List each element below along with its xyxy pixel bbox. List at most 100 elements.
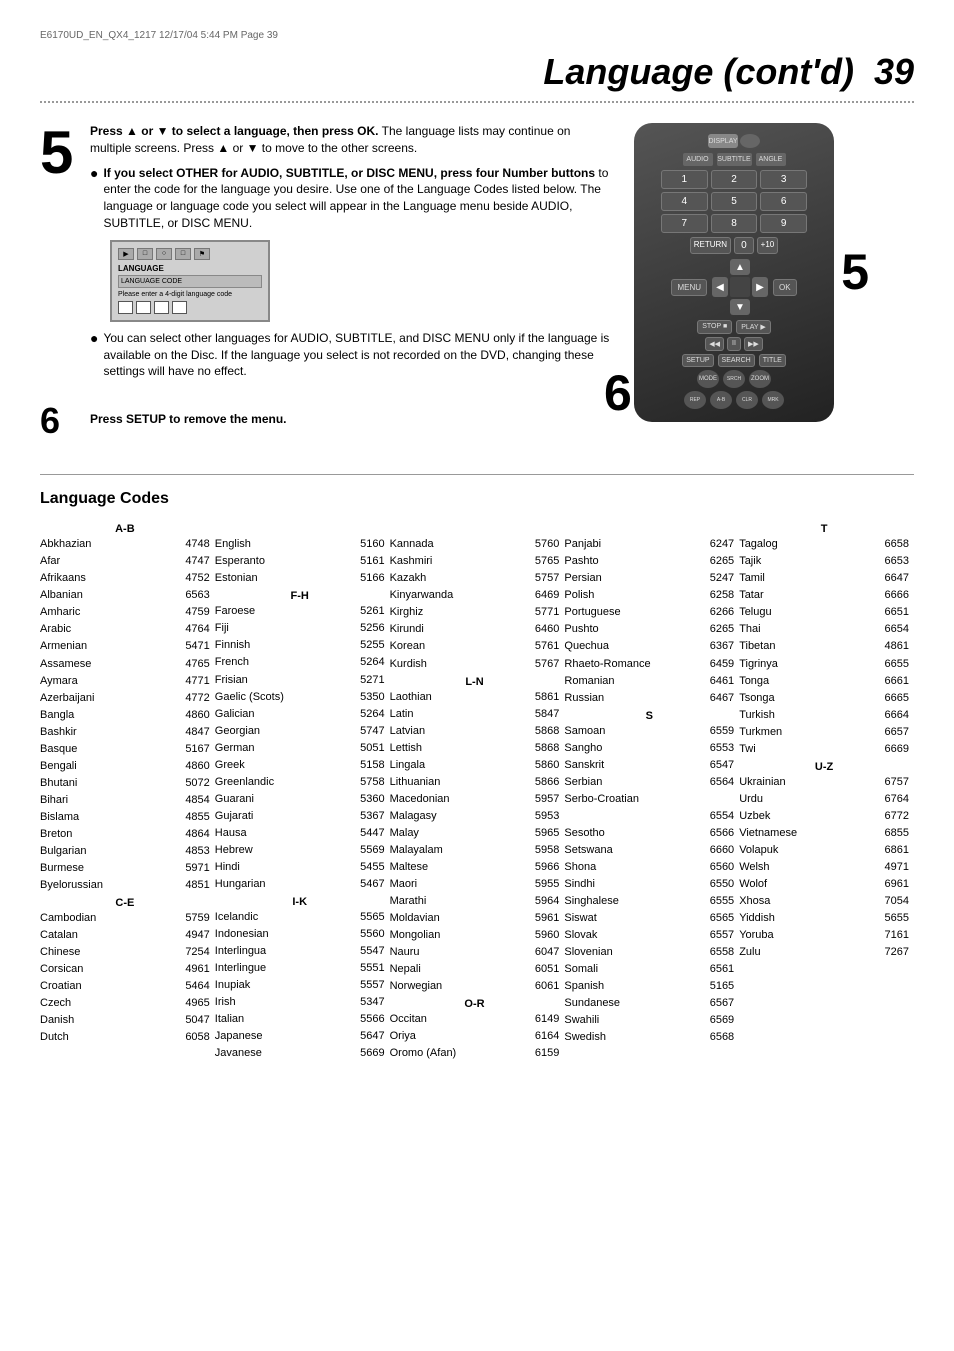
setup-btn[interactable]: SETUP [682, 354, 713, 367]
btn-4[interactable]: 4 [661, 192, 708, 211]
repeat-ab-btn[interactable]: A-B [710, 391, 732, 409]
left-column: 5 Press ▲ or ▼ to select a language, the… [40, 123, 614, 454]
mode-btn[interactable]: MODE [697, 370, 719, 388]
lang-code: 4947 [185, 927, 209, 944]
file-info: E6170UD_EN_QX4_1217 12/17/04 5:44 PM Pag… [40, 30, 914, 41]
prev-btn[interactable]: ◀◀ [705, 337, 724, 351]
nav-up[interactable]: ▲ [730, 259, 750, 275]
lang-name: Maori [390, 876, 418, 893]
lang-code: 5165 [710, 978, 734, 995]
btn-1[interactable]: 1 [661, 170, 708, 189]
nav-right[interactable]: ▶ [752, 277, 768, 297]
title-btn[interactable]: TITLE [759, 354, 786, 367]
audio-btn[interactable]: AUDIO [683, 153, 713, 166]
lang-name: Kurdish [390, 656, 427, 673]
btn-8[interactable]: 8 [711, 214, 758, 233]
list-item: Bashkir4847 [40, 724, 210, 741]
btn-3[interactable]: 3 [760, 170, 807, 189]
lang-code: 6654 [885, 621, 909, 638]
list-item: Frisian5271 [215, 672, 385, 689]
btn-9[interactable]: 9 [760, 214, 807, 233]
list-item: Greenlandic 5758 [215, 774, 385, 791]
lang-name: Occitan [390, 1011, 427, 1028]
list-item: Lithuanian5866 [390, 774, 560, 791]
pause-btn[interactable]: II [727, 337, 741, 351]
list-item: Shona6560 [564, 859, 734, 876]
lang-code: 6855 [885, 825, 909, 842]
lang-name: Malay [390, 825, 419, 842]
lang-code: 5758 [360, 774, 384, 791]
nav-left[interactable]: ◀ [712, 277, 728, 297]
lcd-instruction: Please enter a 4-digit language code [118, 291, 262, 298]
nav-cluster: ▲ ◀ ▶ ▼ [712, 259, 768, 315]
lcd-icon2: □ [137, 248, 153, 260]
lang-code: 5557 [360, 977, 384, 994]
step6-strong: Press SETUP to remove the menu. [90, 412, 287, 426]
lang-name: Finnish [215, 637, 250, 654]
lang-code: 4772 [185, 690, 209, 707]
zoom-btn[interactable]: ZOOM [749, 370, 771, 388]
ok-btn[interactable]: OK [773, 279, 797, 296]
search-mode-btn[interactable]: SRCH [723, 370, 745, 388]
lang-code: 6567 [710, 995, 734, 1012]
lang-code: 6660 [710, 842, 734, 859]
lcd-icon-row: ▶ □ ○ □ ⚑ [118, 248, 262, 260]
next-btn[interactable]: ▶▶ [744, 337, 763, 351]
lang-code: 6764 [885, 791, 909, 808]
step6-content: Press SETUP to remove the menu. [90, 403, 614, 439]
list-item: Afar4747 [40, 553, 210, 570]
lang-name: Yoruba [739, 927, 773, 944]
btn-7[interactable]: 7 [661, 214, 708, 233]
list-item: Lingala5860 [390, 757, 560, 774]
repeat-row: REP A-B CLR MRK [646, 391, 822, 409]
btn-0[interactable]: 0 [734, 237, 754, 254]
lang-code: 6555 [710, 893, 734, 910]
remote-display-row: DISPLAY [646, 133, 822, 149]
marker-btn[interactable]: MRK [762, 391, 784, 409]
lang-name: Sindhi [564, 876, 595, 893]
plus10-btn[interactable]: +10 [757, 237, 779, 254]
list-item: Sindhi6550 [564, 876, 734, 893]
lang-name: Slovak [564, 927, 597, 944]
language-table: A-BAbkhazian4748Afar4747Afrikaans4752Alb… [40, 520, 914, 1062]
lang-code: 6961 [885, 876, 909, 893]
list-item: Japanese5647 [215, 1028, 385, 1045]
list-item: Volapuk6861 [739, 842, 909, 859]
lang-name: Moldavian [390, 910, 440, 927]
lang-code: 6664 [885, 707, 909, 724]
stop-btn[interactable]: STOP ■ [697, 320, 732, 334]
lang-column-4: TTagalog6658Tajik6653Tamil6647Tatar6666T… [739, 520, 914, 1062]
clear-btn[interactable]: CLR [736, 391, 758, 409]
menu-btn[interactable]: MENU [671, 279, 707, 296]
lang-code: 6459 [710, 656, 734, 673]
lang-name: Greenlandic [215, 774, 274, 791]
repeat-btn[interactable]: REP [684, 391, 706, 409]
lang-code: 6665 [885, 690, 909, 707]
nav-down[interactable]: ▼ [730, 299, 750, 315]
search-btn[interactable]: SEARCH [718, 354, 755, 367]
subtitle-btn[interactable]: SUBTITLE [717, 153, 752, 166]
display-btn[interactable]: DISPLAY [708, 134, 738, 148]
standby-btn[interactable] [740, 134, 760, 148]
list-item: Esperanto5161 [215, 553, 385, 570]
lang-name: Amharic [40, 604, 80, 621]
lang-name: Spanish [564, 978, 604, 995]
angle-btn[interactable]: ANGLE [756, 153, 786, 166]
list-item: Guarani5360 [215, 791, 385, 808]
play-btn[interactable]: PLAY ▶ [736, 320, 771, 334]
btn-5[interactable]: 5 [711, 192, 758, 211]
list-item: Bihari4854 [40, 792, 210, 809]
lang-code: 6561 [710, 961, 734, 978]
btn-2[interactable]: 2 [711, 170, 758, 189]
lang-name: Panjabi [564, 536, 601, 553]
lang-name: Marathi [390, 893, 427, 910]
return-btn[interactable]: RETURN [690, 237, 731, 254]
lang-name: Guarani [215, 791, 254, 808]
step6-number: 6 [40, 403, 80, 439]
list-item: Hebrew5569 [215, 842, 385, 859]
btn-6[interactable]: 6 [760, 192, 807, 211]
lang-code: 5847 [535, 706, 559, 723]
lang-name: Croatian [40, 978, 82, 995]
lang-code: 5565 [360, 909, 384, 926]
lang-name: Hebrew [215, 842, 253, 859]
